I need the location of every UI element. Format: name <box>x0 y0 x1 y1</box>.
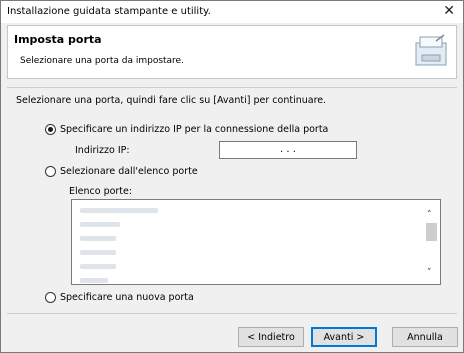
list-item[interactable] <box>80 264 116 269</box>
ip-address-label: Indirizzo IP: <box>75 145 130 156</box>
page-title: Imposta porta <box>14 33 102 46</box>
printer-port-icon <box>415 34 447 66</box>
list-item[interactable] <box>80 222 120 227</box>
radio-dot-selected <box>45 124 56 135</box>
list-item[interactable] <box>80 278 108 283</box>
cancel-button[interactable]: Annulla <box>392 327 458 347</box>
list-item[interactable] <box>80 208 158 213</box>
installer-window: Installazione guidata stampante e utilit… <box>0 0 464 353</box>
radio-new-port-label: Specificare una nuova porta <box>60 292 194 303</box>
port-list[interactable]: ˄ ˅ <box>71 199 441 285</box>
radio-specify-ip-label: Specificare un indirizzo IP per la conne… <box>60 124 329 135</box>
footer-divider <box>7 313 457 314</box>
next-button[interactable]: Avanti > <box>311 327 377 347</box>
scroll-up-icon[interactable]: ˄ <box>427 210 432 220</box>
radio-dot <box>45 292 56 303</box>
radio-select-from-list[interactable]: Selezionare dall'elenco porte <box>45 166 198 177</box>
page-subtitle: Selezionare una porta da impostare. <box>20 56 184 66</box>
window-title: Installazione guidata stampante e utilit… <box>7 6 211 17</box>
radio-specify-ip[interactable]: Specificare un indirizzo IP per la conne… <box>45 124 328 135</box>
scroll-down-icon[interactable]: ˅ <box>427 268 432 278</box>
port-list-label: Elenco porte: <box>69 186 133 197</box>
instruction-text: Selezionare una porta, quindi fare clic … <box>16 95 327 106</box>
list-item[interactable] <box>80 250 116 255</box>
back-button[interactable]: < Indietro <box>238 327 304 347</box>
title-bar: Installazione guidata stampante e utilit… <box>1 1 463 23</box>
close-icon[interactable]: ✕ <box>443 3 455 19</box>
port-list-scrollbar[interactable]: ˄ ˅ <box>423 200 440 284</box>
radio-select-from-list-label: Selezionare dall'elenco porte <box>60 166 198 177</box>
ip-address-input[interactable]: . . . <box>219 141 357 159</box>
wizard-header: Imposta porta Selezionare una porta da i… <box>7 25 457 79</box>
scrollbar-thumb[interactable] <box>426 223 437 241</box>
port-list-items <box>80 208 158 292</box>
list-item[interactable] <box>80 236 116 241</box>
header-divider <box>7 87 457 88</box>
radio-dot <box>45 166 56 177</box>
radio-new-port[interactable]: Specificare una nuova porta <box>45 292 194 303</box>
